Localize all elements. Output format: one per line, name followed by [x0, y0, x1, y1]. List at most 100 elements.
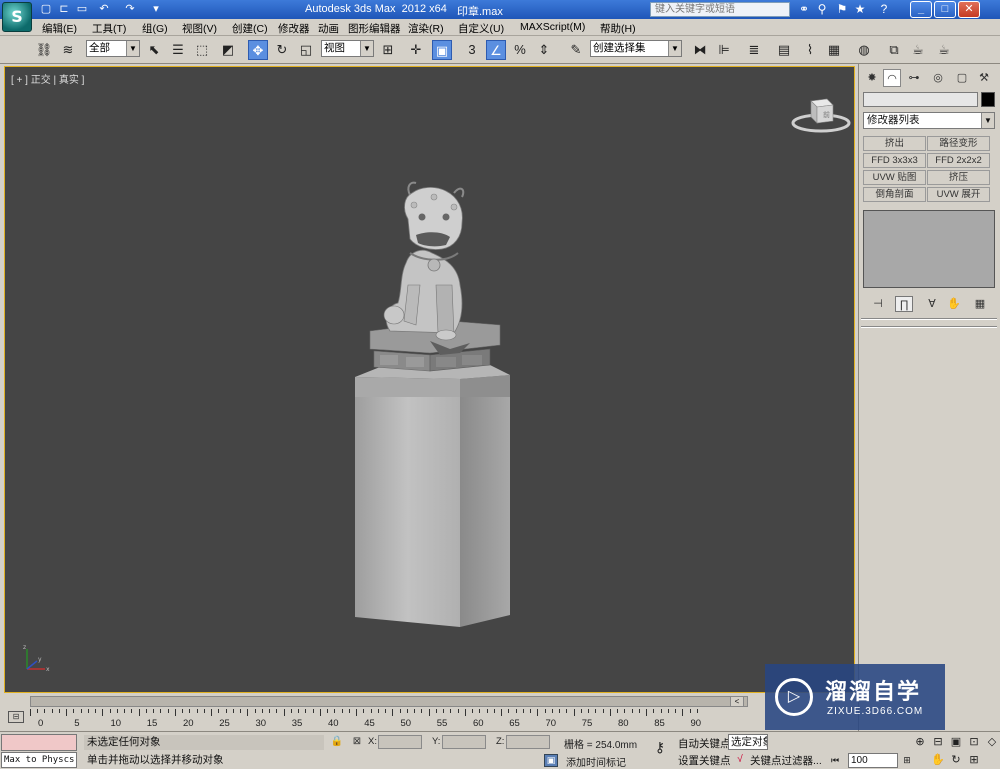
- spinner-snap-icon[interactable]: ⇕: [534, 40, 554, 60]
- menu-animation[interactable]: 动画: [318, 21, 339, 36]
- rendered-frame-window-icon[interactable]: ☕: [908, 40, 928, 60]
- menu-group[interactable]: 组(G): [142, 21, 168, 36]
- zoom-extents-all-icon[interactable]: ⊡: [966, 734, 982, 750]
- render-setup-icon[interactable]: ⧉: [884, 40, 904, 60]
- select-by-name-icon[interactable]: ☰: [168, 40, 188, 60]
- angle-snap-icon[interactable]: ∠: [486, 40, 506, 60]
- align-icon[interactable]: ⊫: [714, 40, 734, 60]
- absolute-mode-icon[interactable]: ⊠: [350, 735, 364, 749]
- modifier-bevel-profile-button[interactable]: 倒角剖面: [863, 187, 926, 202]
- key-selection-dropdown[interactable]: 选定对象: [728, 734, 768, 750]
- time-config-icon[interactable]: ⊞: [900, 753, 914, 767]
- favorites-icon[interactable]: ★: [852, 2, 868, 17]
- rectangular-selection-icon[interactable]: ⬚: [192, 40, 212, 60]
- snaps-toggle-icon[interactable]: 3: [462, 40, 482, 60]
- perspective-viewport[interactable]: [ + ] 正交 | 真实 ] 前 z x y: [4, 66, 855, 693]
- maximize-button[interactable]: □: [934, 1, 956, 18]
- pivot-center-icon[interactable]: ⊞: [378, 40, 398, 60]
- maxscript-output[interactable]: Max to Physcs (: [1, 752, 77, 768]
- menu-views[interactable]: 视图(V): [182, 21, 217, 36]
- maxscript-listener-input[interactable]: [1, 734, 77, 751]
- modifier-ffd333-button[interactable]: FFD 3x3x3: [863, 153, 926, 168]
- curve-editor-icon[interactable]: ⌇: [800, 40, 820, 60]
- undo-icon[interactable]: ↶: [96, 2, 112, 16]
- help-icon[interactable]: ?: [876, 2, 892, 17]
- subscription-icon[interactable]: ⚲: [814, 2, 830, 17]
- edit-named-selection-icon[interactable]: ✎: [566, 40, 586, 60]
- menu-create[interactable]: 创建(C): [232, 21, 268, 36]
- zoom-extents-icon[interactable]: ▣: [948, 734, 964, 750]
- modifier-stack[interactable]: [863, 210, 995, 288]
- reference-coordinate-dropdown[interactable]: 视图 ▼: [321, 40, 374, 57]
- orbit-icon[interactable]: ↻: [948, 752, 964, 768]
- close-button[interactable]: ✕: [958, 1, 980, 18]
- select-and-scale-icon[interactable]: ◱: [296, 40, 316, 60]
- modifier-uvw-map-button[interactable]: UVW 贴图: [863, 170, 926, 185]
- mini-curve-editor-icon[interactable]: ⊟: [8, 711, 24, 723]
- menu-edit[interactable]: 编辑(E): [42, 21, 77, 36]
- window-crossing-icon[interactable]: ◩: [218, 40, 238, 60]
- modifier-unwrap-uvw-button[interactable]: UVW 展开: [927, 187, 990, 202]
- open-file-icon[interactable]: ⊏: [56, 2, 72, 16]
- viewport-label[interactable]: [ + ] 正交 | 真实 ]: [11, 71, 84, 86]
- time-tag-icon[interactable]: ▣: [544, 754, 558, 767]
- set-key-button[interactable]: 设置关键点: [678, 753, 731, 768]
- display-tab-icon[interactable]: ▢: [953, 69, 971, 87]
- pan-icon[interactable]: ✋: [930, 752, 946, 768]
- menu-help[interactable]: 帮助(H): [600, 21, 636, 36]
- configure-modifier-sets-icon[interactable]: ▦: [971, 296, 989, 312]
- time-slider[interactable]: [30, 696, 748, 707]
- minimize-button[interactable]: _: [910, 1, 932, 18]
- z-coordinate-field[interactable]: [506, 735, 550, 749]
- select-and-manipulate-icon[interactable]: ✛: [406, 40, 426, 60]
- object-name-field[interactable]: [863, 92, 978, 107]
- pin-stack-icon[interactable]: ⊣: [869, 296, 887, 312]
- application-button[interactable]: S: [2, 2, 32, 32]
- layer-manager-icon[interactable]: ≣: [744, 40, 764, 60]
- add-time-tag[interactable]: 添加时间标记: [566, 754, 626, 769]
- zoom-icon[interactable]: ⊕: [912, 734, 928, 750]
- zoom-all-icon[interactable]: ⊟: [930, 734, 946, 750]
- make-unique-icon[interactable]: ∀: [923, 296, 941, 312]
- hierarchy-tab-icon[interactable]: ⊶: [905, 69, 923, 87]
- bind-to-space-warp-icon[interactable]: ≋: [58, 40, 78, 60]
- render-production-icon[interactable]: ☕: [934, 40, 954, 60]
- redo-icon[interactable]: ↷: [122, 2, 138, 16]
- save-file-icon[interactable]: ▭: [74, 2, 90, 16]
- viewcube[interactable]: 前: [791, 97, 851, 133]
- maximize-viewport-icon[interactable]: ⊞: [966, 752, 982, 768]
- keyboard-shortcut-override-icon[interactable]: ▣: [432, 40, 452, 60]
- motion-tab-icon[interactable]: ◎: [929, 69, 947, 87]
- menu-customize[interactable]: 自定义(U): [458, 21, 504, 36]
- selection-filter-dropdown[interactable]: 全部 ▼: [86, 40, 140, 57]
- menu-graph-editors[interactable]: 图形编辑器: [348, 21, 401, 36]
- communication-icon[interactable]: ⚑: [834, 2, 850, 17]
- percent-snap-icon[interactable]: %: [510, 40, 530, 60]
- menu-maxscript[interactable]: MAXScript(M): [520, 21, 585, 33]
- menu-tools[interactable]: 工具(T): [92, 21, 126, 36]
- object-color-swatch[interactable]: [981, 92, 995, 107]
- menu-rendering[interactable]: 渲染(R): [408, 21, 444, 36]
- select-and-rotate-icon[interactable]: ↻: [272, 40, 292, 60]
- track-bar[interactable]: 0 5 10 15 20 25 30 35 40 45 50 55 60 65 70 75 80 85 90: [30, 709, 755, 731]
- x-coordinate-field[interactable]: [378, 735, 422, 749]
- select-and-link-icon[interactable]: ⛓: [34, 40, 54, 60]
- modifier-extrude-button[interactable]: 挤出: [863, 136, 926, 151]
- modifier-path-deform-button[interactable]: 路径变形: [927, 136, 990, 151]
- time-slider-prev-icon[interactable]: <: [730, 696, 744, 707]
- quick-access-dropdown-icon[interactable]: ▾: [148, 2, 164, 16]
- go-to-start-icon[interactable]: ⏮: [828, 753, 842, 767]
- schematic-view-icon[interactable]: ▦: [824, 40, 844, 60]
- modifier-list-dropdown[interactable]: 修改器列表 ▼: [863, 112, 995, 129]
- utilities-tab-icon[interactable]: ⚒: [975, 69, 993, 87]
- menu-modifiers[interactable]: 修改器: [278, 21, 310, 36]
- graphite-toolbar-icon[interactable]: ▤: [774, 40, 794, 60]
- select-and-move-icon[interactable]: ✥: [248, 40, 268, 60]
- new-file-icon[interactable]: ▢: [38, 2, 54, 16]
- key-filters-button[interactable]: 关键点过滤器...: [750, 753, 822, 768]
- binoculars-icon[interactable]: ⚭: [796, 2, 812, 17]
- named-selection-dropdown[interactable]: 创建选择集 ▼: [590, 40, 682, 57]
- material-editor-icon[interactable]: ◍: [854, 40, 874, 60]
- show-end-result-icon[interactable]: ∏: [895, 296, 913, 312]
- help-search-input[interactable]: 键入关键字或短语: [650, 2, 790, 17]
